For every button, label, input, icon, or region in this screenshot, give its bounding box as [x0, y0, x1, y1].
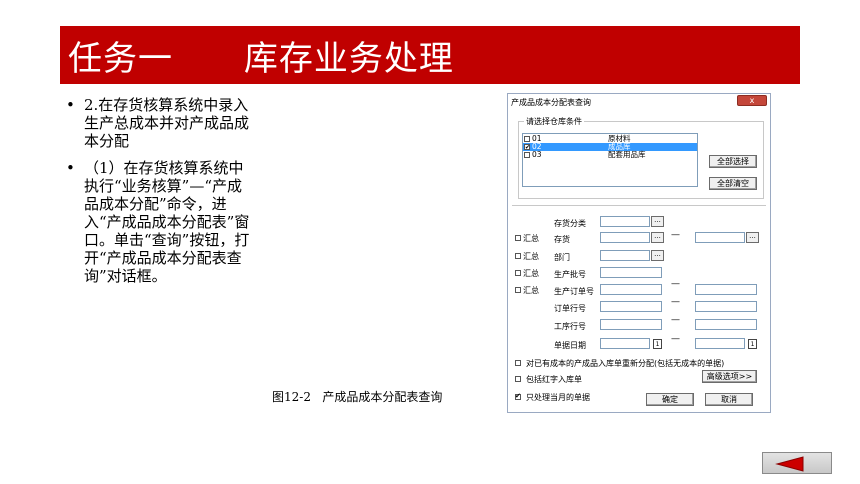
department-input[interactable]	[600, 250, 650, 261]
prod-order-from-input[interactable]	[600, 284, 662, 295]
red-entries-label: 包括红字入库单	[526, 375, 582, 384]
warehouse-list[interactable]: 01 原材料 ✔ 02 成品库 03 配套用品库	[522, 133, 698, 187]
current-month-checkbox[interactable]	[515, 392, 521, 400]
current-month-label: 只处理当月的单据	[526, 393, 590, 402]
query-dialog: 产成品成本分配表查询 x 请选择仓库条件 01 原材料 ✔ 02 成品库 03 …	[507, 93, 771, 413]
bullet-text: 2.在存货核算系统中录入生产总成本并对产成品成本分配	[84, 96, 250, 150]
checkbox[interactable]: ✔	[524, 144, 530, 151]
checkbox[interactable]	[524, 136, 530, 142]
red-entries-checkbox[interactable]	[515, 376, 521, 382]
close-button[interactable]: x	[737, 95, 767, 106]
inv-class-label: 存货分类	[554, 219, 586, 228]
warehouse-code: 03	[532, 150, 542, 159]
bullet-marker: •	[66, 96, 75, 114]
summary-checkbox[interactable]	[515, 270, 521, 276]
inventory-to-browse-button[interactable]: ...	[746, 232, 759, 243]
reallocate-label: 对已有成本的产成品入库单重新分配(包括无成本的单据)	[526, 359, 725, 368]
calendar-icon[interactable]: 1	[748, 339, 757, 349]
divider	[512, 205, 766, 206]
dialog-title: 产成品成本分配表查询	[511, 98, 591, 107]
back-arrow-icon	[775, 456, 804, 472]
title-banner: 任务一 库存业务处理	[60, 26, 800, 84]
warehouse-group-label: 请选择仓库条件	[524, 116, 584, 127]
range-dash: —	[671, 334, 680, 344]
warehouse-name: 配套用品库	[608, 150, 646, 159]
range-dash: —	[671, 315, 680, 325]
summary-label: 汇总	[523, 234, 539, 243]
summary-checkbox[interactable]	[515, 235, 521, 241]
department-label: 部门	[554, 253, 570, 262]
order-line-label: 订单行号	[554, 304, 586, 313]
inventory-from-browse-button[interactable]: ...	[651, 232, 664, 243]
advanced-options-button[interactable]: 高级选项>>	[702, 370, 757, 383]
batch-input[interactable]	[600, 267, 662, 278]
select-all-button[interactable]: 全部选择	[709, 155, 757, 168]
back-nav-button[interactable]	[762, 452, 832, 474]
order-line-to-input[interactable]	[695, 301, 757, 312]
inventory-to-input[interactable]	[695, 232, 745, 243]
order-line-from-input[interactable]	[600, 301, 662, 312]
batch-label: 生产批号	[554, 270, 586, 279]
range-dash: —	[671, 279, 680, 289]
prod-order-to-input[interactable]	[695, 284, 757, 295]
bullet-text: （1）在存货核算系统中执行“业务核算”—“产成品成本分配”命令，进入“产成品成本…	[84, 159, 250, 285]
checkbox[interactable]	[524, 152, 530, 158]
summary-label: 汇总	[523, 269, 539, 278]
summary-checkbox[interactable]	[515, 253, 521, 259]
department-browse-button[interactable]: ...	[651, 250, 664, 261]
proc-line-label: 工序行号	[554, 322, 586, 331]
doc-date-from-input[interactable]	[600, 338, 650, 349]
range-dash: —	[671, 230, 680, 240]
summary-label: 汇总	[523, 286, 539, 295]
summary-label: 汇总	[523, 252, 539, 261]
inventory-label: 存货	[554, 235, 570, 244]
ok-button[interactable]: 确定	[646, 393, 694, 406]
inv-class-browse-button[interactable]: ...	[651, 216, 664, 227]
prod-order-label: 生产订单号	[554, 287, 594, 296]
inv-class-input[interactable]	[600, 216, 650, 227]
proc-line-to-input[interactable]	[695, 319, 757, 330]
bullet-marker: •	[66, 159, 75, 177]
reallocate-checkbox[interactable]	[515, 360, 521, 366]
proc-line-from-input[interactable]	[600, 319, 662, 330]
doc-date-to-input[interactable]	[695, 338, 745, 349]
figure-caption: 图12-2 产成品成本分配表查询	[272, 390, 443, 404]
page-title: 任务一 库存业务处理	[68, 39, 454, 79]
cancel-button[interactable]: 取消	[705, 393, 753, 406]
bullet-item: • （1）在存货核算系统中执行“业务核算”—“产成品成本分配”命令，进入“产成品…	[66, 159, 251, 285]
calendar-icon[interactable]: 1	[653, 339, 662, 349]
bullet-item: • 2.在存货核算系统中录入生产总成本并对产成品成本分配	[66, 96, 251, 150]
clear-all-button[interactable]: 全部清空	[709, 177, 757, 190]
range-dash: —	[671, 297, 680, 307]
inventory-from-input[interactable]	[600, 232, 650, 243]
list-item[interactable]: 03 配套用品库	[523, 151, 697, 159]
doc-date-label: 单据日期	[554, 341, 586, 350]
bullet-list: • 2.在存货核算系统中录入生产总成本并对产成品成本分配 • （1）在存货核算系…	[66, 96, 251, 294]
summary-checkbox[interactable]	[515, 287, 521, 293]
